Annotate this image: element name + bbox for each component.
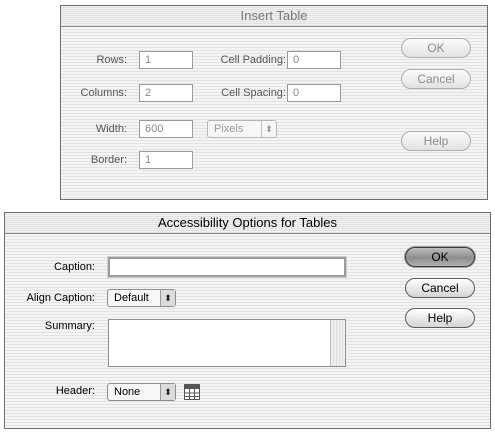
table-header-icon[interactable] <box>184 384 200 400</box>
align-caption-popup[interactable]: Default ⬍ <box>107 289 176 307</box>
accessibility-dialog-title: Accessibility Options for Tables <box>5 213 490 234</box>
summary-label: Summary: <box>44 320 95 332</box>
columns-label: Columns: <box>80 87 127 99</box>
cancel-button[interactable]: Cancel <box>401 69 471 89</box>
width-field[interactable]: 600 <box>139 120 193 138</box>
help-button[interactable]: Help <box>401 131 471 151</box>
ok-button[interactable]: OK <box>405 247 475 267</box>
cell-spacing-field[interactable]: 0 <box>287 84 341 102</box>
rows-field[interactable]: 1 <box>139 51 193 69</box>
cancel-button[interactable]: Cancel <box>405 278 475 298</box>
align-caption-value: Default <box>114 292 149 304</box>
rows-label: Rows: <box>96 54 127 66</box>
columns-field[interactable]: 2 <box>139 84 193 102</box>
caption-label: Caption: <box>54 261 95 273</box>
help-button[interactable]: Help <box>405 308 475 328</box>
updown-arrows-icon: ⬍ <box>261 121 276 137</box>
border-label: Border: <box>90 154 127 166</box>
width-label: Width: <box>95 123 127 135</box>
align-caption-label: Align Caption: <box>26 292 96 304</box>
width-unit-popup[interactable]: Pixels ⬍ <box>207 120 277 138</box>
cell-spacing-label: Cell Spacing: <box>221 87 286 99</box>
caption-field[interactable] <box>108 257 346 277</box>
width-unit-value: Pixels <box>214 123 244 135</box>
insert-table-dialog: Insert Table Rows: 1 Columns: 2 Width: 6… <box>60 5 488 200</box>
ok-button[interactable]: OK <box>401 38 471 58</box>
border-field[interactable]: 1 <box>139 151 193 169</box>
updown-arrows-icon: ⬍ <box>160 290 175 306</box>
insert-table-title: Insert Table <box>61 6 487 27</box>
summary-textarea[interactable] <box>108 319 346 367</box>
header-label: Header: <box>55 385 95 397</box>
header-value: None <box>114 386 141 398</box>
accessibility-options-dialog: Accessibility Options for Tables Caption… <box>4 212 491 429</box>
header-popup[interactable]: None ⬍ <box>107 383 176 401</box>
cell-padding-label: Cell Padding: <box>220 54 286 66</box>
cell-padding-field[interactable]: 0 <box>287 51 341 69</box>
updown-arrows-icon: ⬍ <box>160 384 175 400</box>
summary-scrollbar[interactable] <box>330 320 345 366</box>
